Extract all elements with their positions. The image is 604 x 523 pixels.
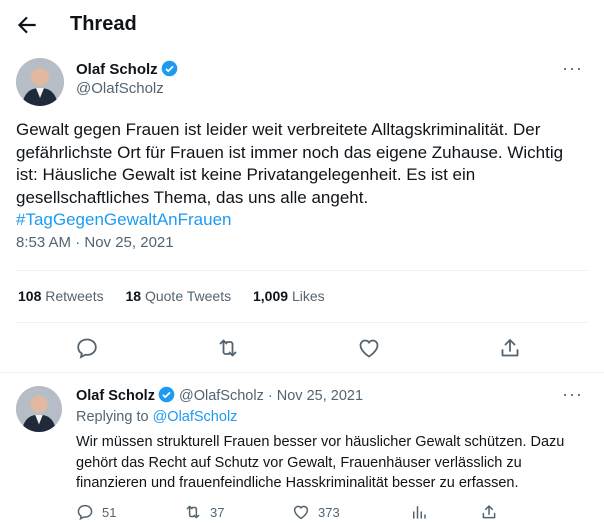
quotes-count: 18 <box>125 288 142 304</box>
reply-date[interactable]: Nov 25, 2021 <box>277 388 363 404</box>
divider <box>16 322 588 323</box>
reply-reply-button[interactable]: 51 <box>76 503 116 521</box>
reply-meta: Olaf Scholz @OlafScholz · Nov 25, 2021 <box>76 386 363 404</box>
meta-separator: · <box>267 388 273 404</box>
thread-header: Thread <box>0 0 604 52</box>
reply-count: 51 <box>102 504 117 520</box>
reply-tweet[interactable]: Olaf Scholz @OlafScholz · Nov 25, 2021 ·… <box>0 376 604 522</box>
retweet-count: 37 <box>210 504 225 520</box>
like-count: 373 <box>318 504 340 520</box>
hashtag-link[interactable]: #TagGegenGewaltAnFrauen <box>16 210 231 229</box>
verified-badge-icon <box>161 60 178 77</box>
quotes-stat[interactable]: 18 Quote Tweets <box>126 288 232 304</box>
reply-author-name[interactable]: Olaf Scholz <box>76 388 155 404</box>
reply-icon[interactable] <box>75 336 99 360</box>
divider <box>16 270 588 271</box>
verified-badge-icon <box>158 386 175 403</box>
more-options-icon[interactable]: ··· <box>562 384 583 405</box>
reply-text: Wir müssen strukturell Frauen besser vor… <box>76 434 565 491</box>
tweet-timestamp[interactable]: 8:53 AM · Nov 25, 2021 <box>16 234 174 251</box>
avatar[interactable] <box>16 386 62 432</box>
retweet-icon[interactable] <box>216 336 240 360</box>
quotes-label: Quote Tweets <box>144 288 232 304</box>
author-name-row: Olaf Scholz <box>76 60 178 79</box>
author-handle[interactable]: @OlafScholz <box>76 80 164 97</box>
reply-like-button[interactable]: 373 <box>292 503 340 521</box>
like-icon <box>293 505 309 520</box>
likes-stat[interactable]: 1,009 Likes <box>253 288 325 304</box>
tweet-text: Gewalt gegen Frauen ist leider weit verb… <box>16 119 586 232</box>
replying-to: Replying to @OlafScholz <box>76 409 237 425</box>
tweet-action-bar <box>0 336 604 362</box>
retweets-label: Retweets <box>45 288 104 304</box>
replying-to-handle[interactable]: @OlafScholz <box>153 409 238 425</box>
reply-icon <box>77 504 93 521</box>
replying-to-label: Replying to <box>76 409 149 425</box>
retweets-stat[interactable]: 108 Retweets <box>18 288 104 304</box>
retweets-count: 108 <box>18 288 42 304</box>
divider <box>0 372 604 373</box>
like-icon[interactable] <box>357 336 381 360</box>
author-name[interactable]: Olaf Scholz <box>76 61 158 78</box>
share-icon[interactable] <box>480 503 506 521</box>
likes-count: 1,009 <box>253 288 289 304</box>
tweet-body: Gewalt gegen Frauen ist leider weit verb… <box>16 120 564 207</box>
more-options-icon[interactable]: ··· <box>562 58 583 79</box>
analytics-icon[interactable] <box>410 503 436 521</box>
avatar[interactable] <box>16 58 64 106</box>
reply-author-handle[interactable]: @OlafScholz <box>179 388 264 404</box>
reply-retweet-button[interactable]: 37 <box>184 503 224 521</box>
likes-label: Likes <box>291 288 325 304</box>
tweet-stats: 108 Retweets 18 Quote Tweets 1,009 Likes <box>18 288 343 304</box>
share-icon[interactable] <box>498 336 522 360</box>
arrow-left-icon[interactable] <box>14 12 40 38</box>
reply-action-bar: 51 37 373 <box>76 503 596 523</box>
page-title: Thread <box>70 13 137 35</box>
retweet-icon <box>186 505 200 519</box>
